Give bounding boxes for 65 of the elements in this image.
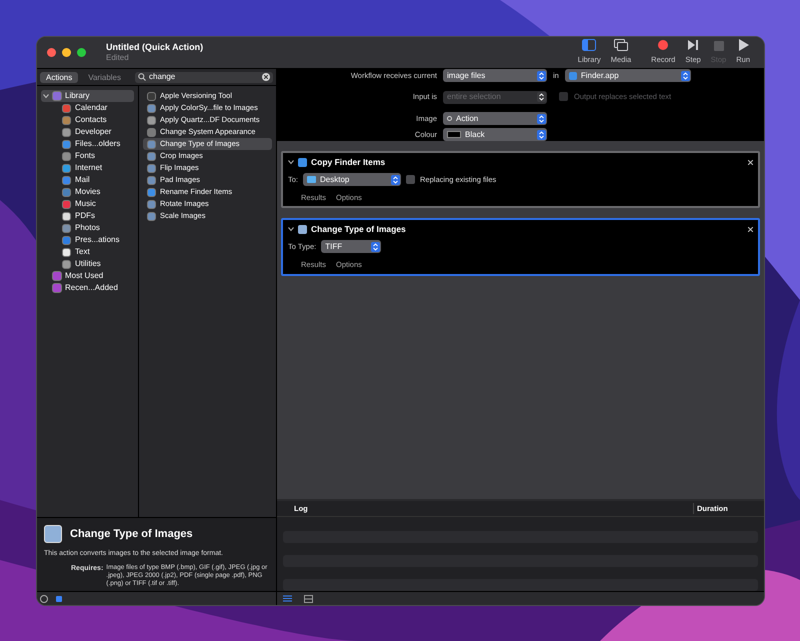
chevron-icon[interactable] (288, 159, 294, 165)
colour-popup[interactable]: Black (443, 128, 547, 141)
sidebar-icon (582, 39, 596, 52)
action-icon (298, 158, 307, 166)
input-type-popup[interactable]: image files (443, 69, 547, 82)
library-item[interactable]: Files...olders (41, 138, 134, 150)
library-item[interactable]: Internet (41, 162, 134, 174)
play-icon (738, 39, 749, 52)
library-item[interactable]: Utilities (41, 258, 134, 270)
finder-icon (568, 72, 577, 80)
chevron-icon[interactable] (43, 93, 49, 99)
stepper-icon (537, 70, 546, 80)
library-item[interactable]: Contacts (41, 114, 134, 126)
clear-icon[interactable] (262, 73, 270, 81)
description-toggle-icon[interactable] (56, 596, 62, 602)
search-icon (138, 73, 146, 81)
minimize-icon[interactable] (62, 48, 71, 57)
library-item[interactable]: Calendar (41, 102, 134, 114)
gear-icon (447, 116, 452, 121)
tab[interactable]: Actions (40, 72, 78, 82)
image-icon (44, 525, 62, 543)
record-icon (657, 39, 670, 52)
window-subtitle: Edited (106, 53, 130, 64)
library-item[interactable]: Mail (41, 174, 134, 186)
close-icon[interactable] (47, 48, 56, 57)
library-item[interactable]: Developer (41, 126, 134, 138)
value-popup[interactable]: Desktop (303, 173, 402, 186)
stepper-icon (537, 114, 546, 124)
step-icon (687, 39, 700, 52)
library-item[interactable]: Music (41, 198, 134, 210)
library-item[interactable]: Library (41, 90, 134, 102)
close-icon[interactable] (748, 226, 753, 232)
library-item[interactable]: Movies (41, 186, 134, 198)
action-title: Copy Finder Items (311, 156, 386, 168)
stepper-icon (537, 130, 546, 140)
stepper-icon (371, 242, 380, 252)
close-icon[interactable] (748, 160, 753, 164)
stepper-icon (391, 174, 400, 184)
action-title: Change Type of Images (311, 222, 406, 236)
folder-icon (307, 176, 316, 183)
chevron-icon[interactable] (288, 226, 294, 232)
colour-swatch (447, 131, 461, 138)
stop-icon (714, 41, 724, 52)
window-title: Untitled (Quick Action) (106, 42, 204, 54)
library-item[interactable]: Text (41, 246, 134, 258)
library-item[interactable]: Photos (41, 222, 134, 234)
search-field[interactable]: change (135, 72, 273, 82)
library-item[interactable]: Fonts (41, 150, 134, 162)
stepper-icon (537, 92, 546, 102)
library-item[interactable]: PDFs (41, 210, 134, 222)
zoom-icon[interactable] (77, 48, 86, 57)
action-menu-icon[interactable] (40, 594, 48, 602)
library-item[interactable]: Pres...ations (41, 234, 134, 246)
checkbox[interactable] (406, 175, 416, 184)
library-item[interactable]: Most Used (41, 270, 134, 282)
stepper-icon (680, 70, 690, 80)
application-popup[interactable]: Finder.app (564, 69, 691, 82)
library-item[interactable]: Recen...Added (41, 282, 134, 294)
tab[interactable]: Variables (82, 72, 127, 82)
image-popup[interactable]: Action (443, 112, 547, 125)
list-view-icon[interactable] (283, 595, 292, 602)
split-view-icon[interactable] (304, 594, 313, 602)
description-title: Change Type of Images (70, 526, 193, 542)
value-popup[interactable]: TIFF (321, 240, 382, 254)
action-icon (298, 224, 307, 234)
